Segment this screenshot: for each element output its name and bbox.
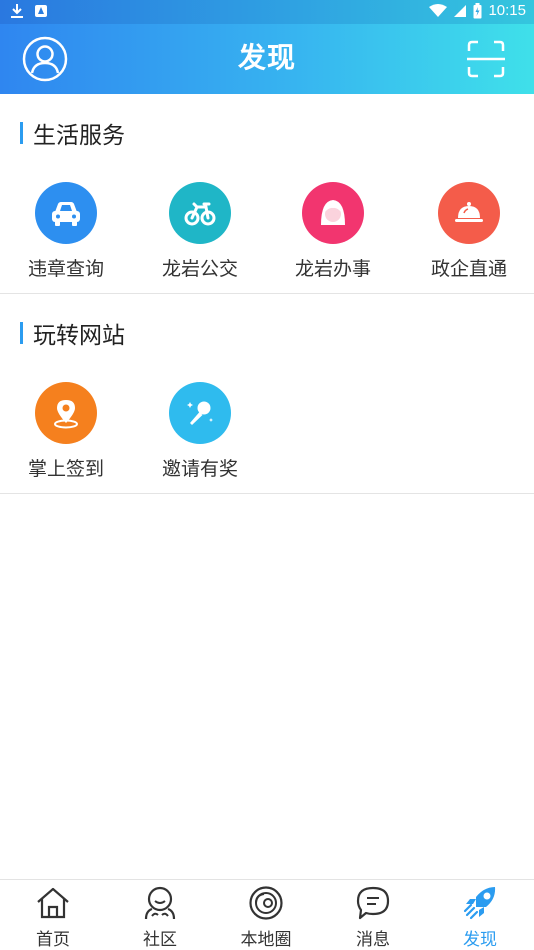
discover-rocket-icon bbox=[463, 887, 496, 920]
tab-label: 消息 bbox=[356, 930, 390, 950]
grid-item-longyan-service[interactable]: 龙岩办事 bbox=[267, 182, 399, 281]
section-header-life-services: 生活服务 bbox=[20, 120, 125, 149]
tab-messages[interactable]: 消息 bbox=[320, 880, 426, 950]
grid-item-longyan-bus[interactable]: 龙岩公交 bbox=[134, 182, 266, 281]
status-bar: 10:15 bbox=[0, 0, 534, 24]
tab-label: 发现 bbox=[463, 930, 497, 950]
service-icon bbox=[302, 182, 364, 244]
tab-home[interactable]: 首页 bbox=[0, 880, 106, 950]
section-header-play-site: 玩转网站 bbox=[20, 320, 125, 349]
section-divider bbox=[0, 493, 534, 494]
home-icon bbox=[37, 887, 69, 919]
tab-discover[interactable]: 发现 bbox=[427, 880, 533, 950]
grid-item-label: 政企直通 bbox=[430, 258, 507, 280]
status-time: 10:15 bbox=[488, 2, 526, 19]
grid-item-label: 龙岩办事 bbox=[294, 258, 371, 280]
tab-community[interactable]: 社区 bbox=[107, 880, 213, 950]
grid-item-label: 邀请有奖 bbox=[161, 458, 238, 480]
download-icon bbox=[11, 4, 23, 18]
grid-item-label: 龙岩公交 bbox=[161, 258, 238, 280]
grid-item-label: 违章查询 bbox=[27, 258, 104, 280]
microphone-icon bbox=[169, 382, 231, 444]
section-divider bbox=[0, 293, 534, 294]
scan-icon bbox=[467, 40, 505, 78]
section-accent-bar bbox=[20, 322, 23, 344]
location-pin-icon bbox=[35, 382, 97, 444]
bus-icon bbox=[169, 182, 231, 244]
tab-label: 本地圈 bbox=[240, 930, 292, 950]
section-title: 玩转网站 bbox=[33, 323, 125, 349]
tab-label: 首页 bbox=[36, 930, 70, 950]
section-title: 生活服务 bbox=[33, 123, 125, 149]
scan-button[interactable] bbox=[466, 39, 506, 79]
battery-icon bbox=[473, 2, 482, 18]
grid-item-gov-enterprise[interactable]: 政企直通 bbox=[403, 182, 534, 281]
message-icon bbox=[356, 886, 390, 920]
community-icon bbox=[144, 886, 176, 920]
tab-local-circle[interactable]: 本地圈 bbox=[213, 880, 319, 950]
grid-item-mobile-checkin[interactable]: 掌上签到 bbox=[0, 382, 132, 481]
car-icon bbox=[35, 182, 97, 244]
tab-label: 社区 bbox=[143, 930, 177, 950]
bottom-tab-bar: 首页 社区 本地圈 消息 发现 bbox=[0, 879, 534, 950]
notification-icon bbox=[35, 5, 47, 17]
signal-icon bbox=[454, 4, 467, 17]
page-title: 发现 bbox=[237, 41, 296, 74]
local-circle-icon bbox=[249, 886, 283, 920]
grid-item-label: 掌上签到 bbox=[27, 458, 104, 480]
section-accent-bar bbox=[20, 122, 23, 144]
grid-item-invite-reward[interactable]: 邀请有奖 bbox=[134, 382, 266, 481]
service-bell-icon bbox=[438, 182, 500, 244]
grid-item-violation-query[interactable]: 违章查询 bbox=[0, 182, 132, 281]
wifi-icon bbox=[429, 3, 448, 17]
